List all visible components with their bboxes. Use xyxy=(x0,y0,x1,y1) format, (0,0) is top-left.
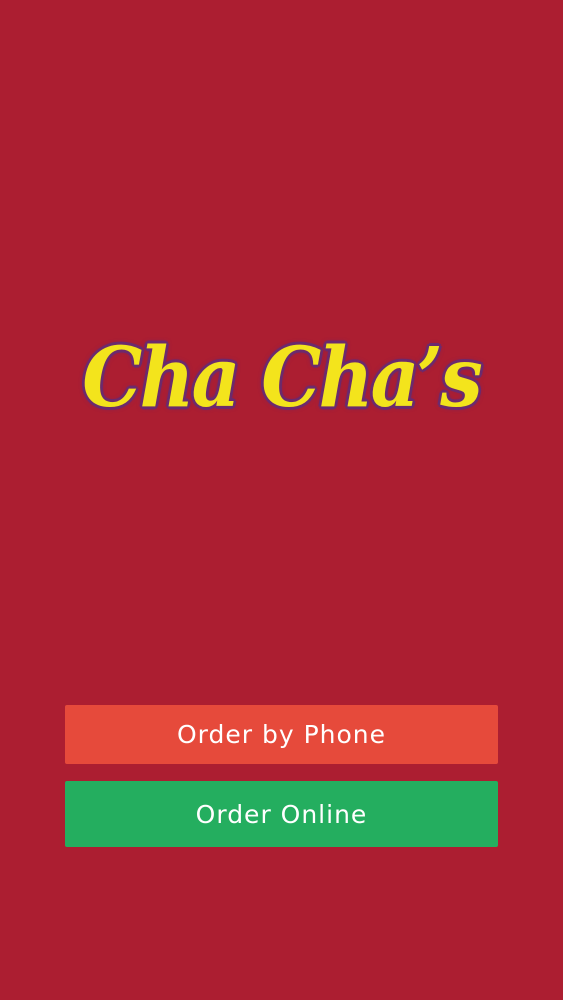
brand-logo: Cha Cha’s xyxy=(0,318,563,438)
order-by-phone-button[interactable]: Order by Phone xyxy=(65,705,498,764)
order-online-button[interactable]: Order Online xyxy=(65,781,498,847)
order-by-phone-label: Order by Phone xyxy=(176,720,387,749)
order-online-label: Order Online xyxy=(195,799,368,829)
brand-logo-text: Cha Cha’s xyxy=(82,330,483,426)
